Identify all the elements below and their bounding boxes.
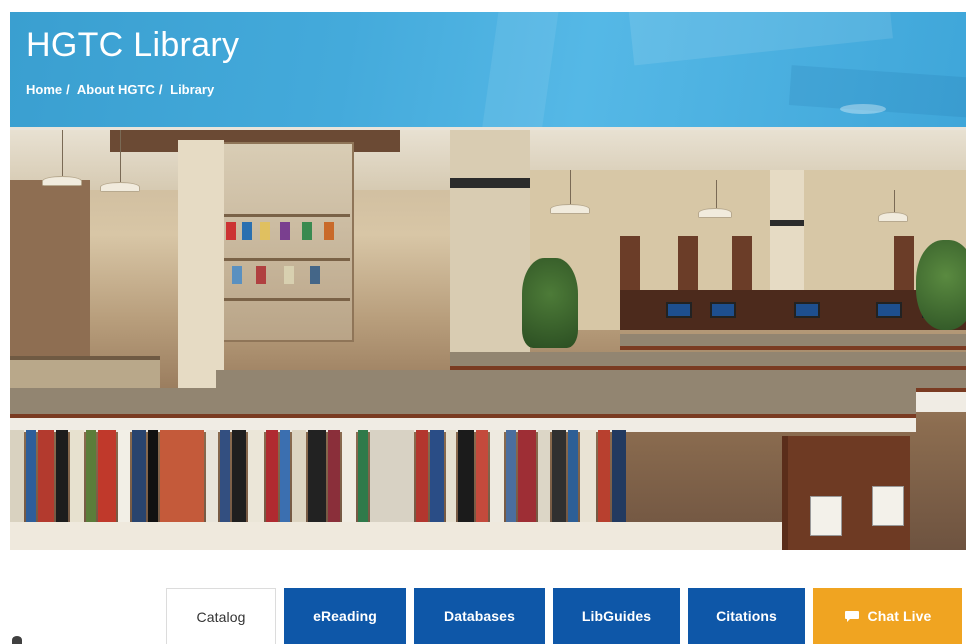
lamp-cord [894,190,895,212]
chat-live-button[interactable]: Chat Live [813,588,962,644]
display-book [256,266,266,284]
banner-decoration [478,12,562,128]
pendant-lamp [550,204,590,214]
library-interior-photo [10,130,966,550]
display-shelf [220,298,350,301]
display-book [310,266,320,284]
pendant-lamp [42,176,82,186]
shelf-sign [872,486,904,526]
top-spacer [0,0,966,12]
photo-pillar [178,140,224,390]
lower-shelf [10,522,790,550]
bookshelf-top [620,334,966,350]
pillar-band [450,178,530,188]
bookshelf-top [450,352,966,370]
potted-plant [522,258,578,348]
display-book [302,222,312,240]
breadcrumb-current: Library [170,82,215,97]
computer-monitor [794,302,820,318]
tab-databases[interactable]: Databases [414,588,545,644]
pendant-lamp [698,208,732,218]
photo-door [894,236,914,296]
photo-door [732,236,752,296]
photo-door [620,236,640,296]
display-case [214,142,354,342]
display-shelf [220,214,350,217]
computer-monitor [876,302,902,318]
page-title: HGTC Library [26,26,240,64]
potted-plant [916,240,966,330]
pendant-lamp [100,182,140,192]
display-book [226,222,236,240]
chat-live-label: Chat Live [867,608,932,624]
tab-libguides[interactable]: LibGuides [553,588,680,644]
breadcrumb-separator: / [158,82,163,97]
display-book [284,266,294,284]
partial-icon [12,636,22,644]
bookshelf-top [10,388,916,418]
breadcrumb: Home / About HGTC / Library [26,82,218,97]
display-book [280,222,290,240]
breadcrumb-about-link[interactable]: About HGTC [77,82,155,97]
display-book [260,222,270,240]
tab-citations[interactable]: Citations [688,588,805,644]
pendant-lamp [878,212,908,222]
display-book [232,266,242,284]
tab-catalog[interactable]: Catalog [166,588,276,644]
computer-monitor [710,302,736,318]
chat-bubble-icon [844,610,860,622]
library-tabbar: Catalog eReading Databases LibGuides Cit… [0,588,966,644]
shelf-sign [810,496,842,536]
display-book [324,222,334,240]
lamp-cord [120,130,121,182]
lamp-cord [62,130,63,176]
photo-wall [10,180,90,380]
display-shelf [220,258,350,261]
breadcrumb-separator: / [66,82,70,97]
banner-decoration [627,12,893,66]
banner-decoration [840,104,886,114]
lamp-cord [570,170,571,204]
computer-monitor [666,302,692,318]
tab-ereading[interactable]: eReading [284,588,406,644]
breadcrumb-home-link[interactable]: Home [26,82,62,97]
display-book [242,222,252,240]
pillar-band [770,220,804,226]
lamp-cord [716,180,717,208]
photo-door [678,236,698,296]
